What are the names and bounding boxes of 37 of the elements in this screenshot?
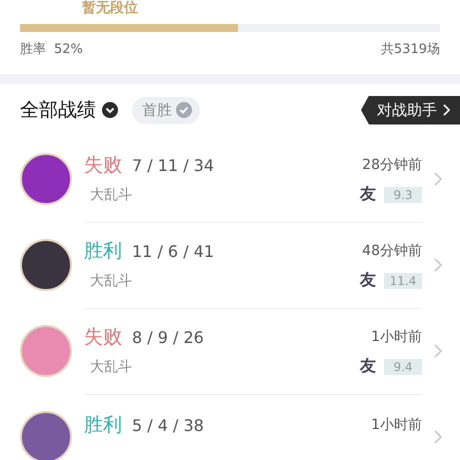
win-rate-label: 胜率 — [20, 41, 46, 58]
match-result: 失败 — [84, 153, 122, 178]
chevron-right-icon[interactable] — [434, 430, 442, 444]
friend-tag: 友 — [360, 356, 376, 377]
chevron-right-icon[interactable] — [434, 172, 442, 186]
total-matches: 共5319场 — [380, 41, 440, 58]
chevron-right-icon[interactable] — [434, 258, 442, 272]
match-rating: 9.4 — [384, 358, 422, 374]
chevron-right-icon[interactable] — [434, 344, 442, 358]
kda-score: 8 / 9 / 26 — [132, 328, 204, 346]
match-result: 胜利 — [84, 413, 122, 438]
match-rating: 9.3 — [384, 186, 422, 202]
friend-tag: 友 — [360, 184, 376, 205]
match-result: 胜利 — [84, 239, 122, 264]
game-mode: 大乱斗 — [89, 358, 132, 376]
match-time: 1小时前 — [371, 328, 422, 346]
avatar[interactable] — [20, 411, 72, 460]
match-rating: 11.4 — [384, 272, 422, 288]
check-circle-icon — [176, 102, 192, 118]
chevron-right-icon — [443, 104, 450, 116]
match-result: 失败 — [84, 325, 122, 350]
kda-score: 7 / 11 / 34 — [132, 156, 214, 174]
avatar[interactable] — [20, 239, 72, 291]
win-rate-value: 52% — [54, 42, 83, 56]
kda-score: 11 / 6 / 41 — [132, 242, 214, 260]
rank-label: 暂无段位 — [81, 0, 139, 18]
match-time: 48分钟前 — [362, 242, 422, 260]
assistant-button[interactable]: 对战助手 — [361, 96, 460, 124]
game-mode: 大乱斗 — [89, 272, 132, 290]
friend-tag: 友 — [360, 270, 376, 291]
match-time: 28分钟前 — [362, 156, 422, 174]
game-mode: 大乱斗 — [89, 186, 132, 204]
section-title[interactable]: 全部战绩 — [20, 97, 96, 123]
dropdown-icon[interactable] — [102, 102, 118, 118]
kda-score: 5 / 4 / 38 — [132, 416, 204, 434]
avatar[interactable] — [20, 153, 72, 205]
match-time: 1小时前 — [371, 416, 422, 434]
